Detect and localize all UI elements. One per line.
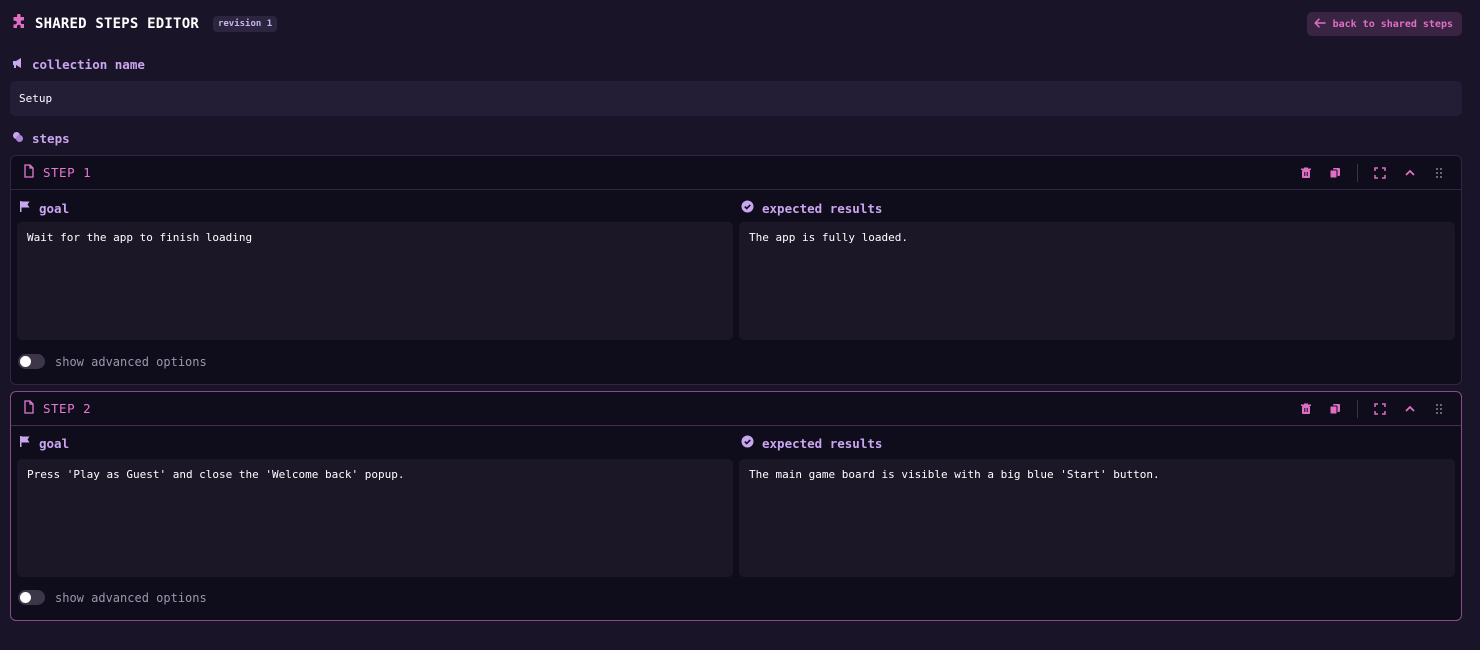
expand-icon[interactable] <box>1372 165 1388 181</box>
expected-results-label: expected results <box>741 200 882 216</box>
flag-icon <box>19 435 31 451</box>
advanced-options-toggle[interactable] <box>18 354 45 369</box>
revision-badge: revision 1 <box>212 16 278 32</box>
goal-textarea[interactable]: Wait for the app to finish loading <box>17 222 733 340</box>
page-header: SHARED STEPS EDITOR revision 1 back to s… <box>11 12 1462 36</box>
goal-textarea[interactable]: Press 'Play as Guest' and close the 'Wel… <box>17 459 733 577</box>
step-card: STEP 2 goal expected results Press 'Play… <box>10 391 1462 621</box>
megaphone-icon <box>12 57 24 72</box>
drag-handle-icon[interactable] <box>1431 165 1447 181</box>
step-title: STEP 2 <box>43 401 92 416</box>
collection-name-label: collection name <box>12 57 145 72</box>
chevron-up-icon[interactable] <box>1402 401 1418 417</box>
flag-icon <box>19 200 31 216</box>
duplicate-icon[interactable] <box>1327 401 1343 417</box>
expected-results-textarea[interactable]: The app is fully loaded. <box>739 222 1455 340</box>
collection-name-input[interactable] <box>10 81 1462 116</box>
arrow-left-icon <box>1314 17 1326 31</box>
advanced-options-label: show advanced options <box>55 354 207 369</box>
toolbar-divider <box>1357 400 1358 418</box>
expand-icon[interactable] <box>1372 401 1388 417</box>
step-card: STEP 1 goal expected results Wait for th… <box>10 155 1462 385</box>
back-to-shared-steps-button[interactable]: back to shared steps <box>1306 12 1462 36</box>
document-icon <box>23 163 35 182</box>
page-title: SHARED STEPS EDITOR <box>35 16 199 32</box>
trash-icon[interactable] <box>1298 165 1314 181</box>
advanced-options-toggle[interactable] <box>18 590 45 605</box>
advanced-options-label: show advanced options <box>55 590 207 605</box>
toolbar-divider <box>1357 164 1358 182</box>
back-button-label: back to shared steps <box>1332 18 1453 30</box>
step-header[interactable]: STEP 1 <box>11 156 1461 190</box>
drag-handle-icon[interactable] <box>1431 401 1447 417</box>
check-circle-icon <box>741 200 754 216</box>
expected-results-label: expected results <box>741 435 882 451</box>
step-title: STEP 1 <box>43 165 92 180</box>
document-icon <box>23 399 35 418</box>
step-header[interactable]: STEP 2 <box>11 392 1461 426</box>
advanced-options-row: show advanced options <box>18 354 207 369</box>
layers-icon <box>12 131 24 146</box>
check-circle-icon <box>741 435 754 451</box>
puzzle-icon <box>11 13 27 34</box>
expected-results-textarea[interactable]: The main game board is visible with a bi… <box>739 459 1455 577</box>
goal-label: goal <box>19 200 69 216</box>
advanced-options-row: show advanced options <box>18 590 207 605</box>
trash-icon[interactable] <box>1298 401 1314 417</box>
chevron-up-icon[interactable] <box>1402 165 1418 181</box>
duplicate-icon[interactable] <box>1327 165 1343 181</box>
goal-label: goal <box>19 435 69 451</box>
steps-label: steps <box>12 131 70 146</box>
